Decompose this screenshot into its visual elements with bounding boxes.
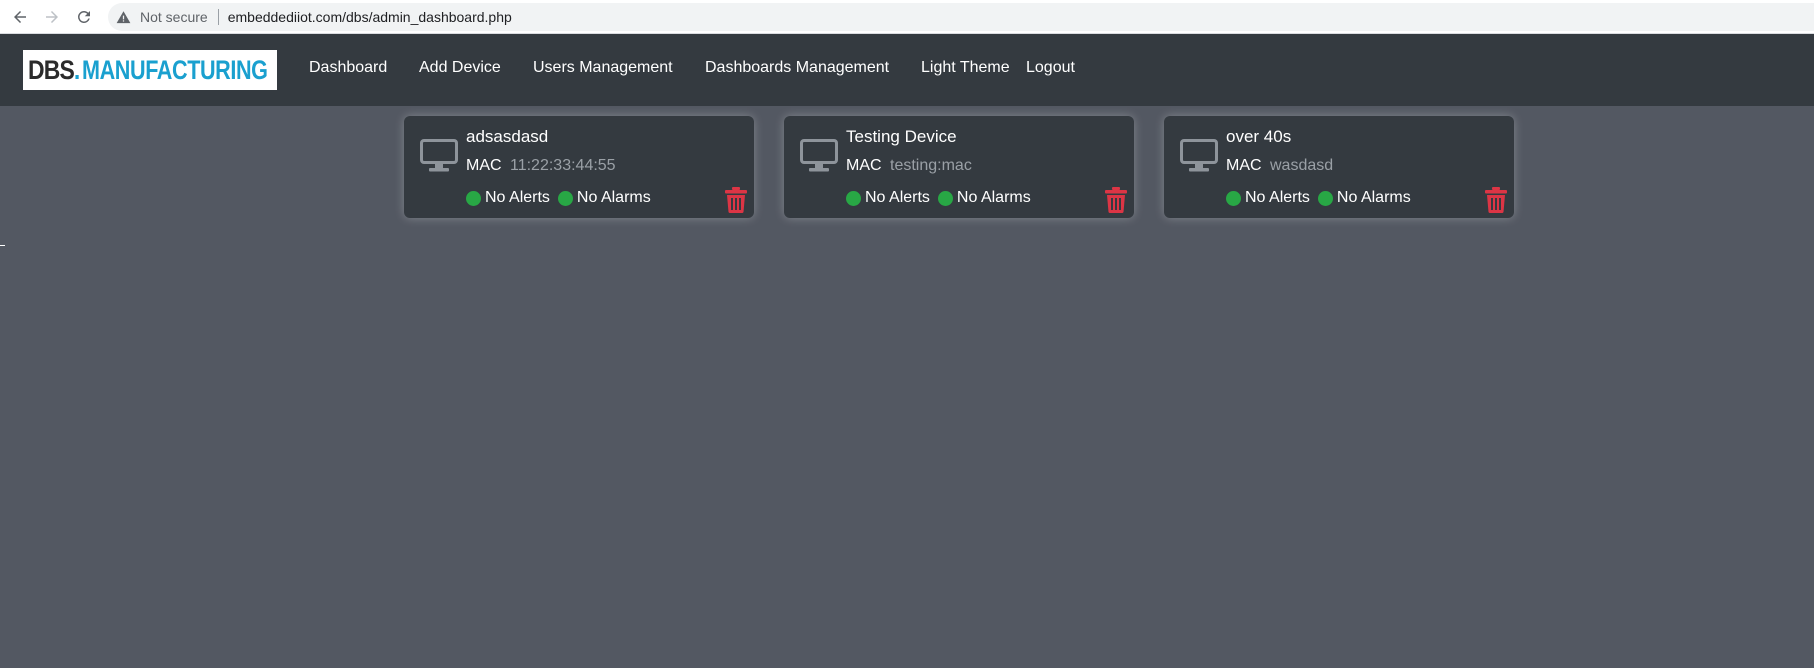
monitor-icon bbox=[800, 139, 838, 172]
trash-icon[interactable] bbox=[725, 187, 747, 213]
alerts-status: No Alerts bbox=[1226, 189, 1310, 207]
status-dot-icon bbox=[466, 190, 481, 206]
alarms-status: No Alarms bbox=[557, 189, 651, 207]
warning-icon bbox=[116, 10, 131, 25]
device-card[interactable]: over 40s MAC wasdasd No Alerts No Alarms bbox=[1164, 116, 1514, 218]
nav-logout[interactable]: Logout bbox=[1026, 59, 1075, 77]
trash-icon[interactable] bbox=[1485, 187, 1507, 213]
nav-users-management[interactable]: Users Management bbox=[533, 59, 673, 77]
mac-label: MAC bbox=[1226, 157, 1262, 174]
status-dot-icon bbox=[1317, 190, 1333, 206]
security-status[interactable]: Not secure bbox=[140, 9, 208, 25]
trash-icon[interactable] bbox=[1105, 187, 1127, 213]
reload-button[interactable] bbox=[71, 4, 97, 30]
status-row: No Alerts No Alarms bbox=[466, 189, 659, 207]
status-dot-icon bbox=[557, 190, 573, 206]
url-text[interactable]: embeddediiot.com/dbs/admin_dashboard.php bbox=[228, 9, 512, 25]
status-row: No Alerts No Alarms bbox=[846, 189, 1039, 207]
nav-light-theme[interactable]: Light Theme bbox=[921, 59, 1010, 77]
brand-logo[interactable]: DBS. MANUFACTURING bbox=[23, 50, 277, 90]
nav-add-device[interactable]: Add Device bbox=[419, 59, 501, 77]
reload-icon bbox=[77, 10, 90, 23]
mac-value: 11:22:33:44:55 bbox=[510, 157, 616, 174]
status-dot-icon bbox=[937, 190, 953, 206]
mac-label: MAC bbox=[466, 157, 502, 174]
mac-value: testing:mac bbox=[890, 157, 972, 174]
alarms-status: No Alarms bbox=[1317, 189, 1411, 207]
device-name: adsasdasd bbox=[466, 127, 549, 146]
nav-dashboards-management[interactable]: Dashboards Management bbox=[705, 59, 889, 77]
status-row: No Alerts No Alarms bbox=[1226, 189, 1419, 207]
url-divider bbox=[217, 9, 219, 25]
arrow-right-icon bbox=[46, 11, 58, 23]
status-dot-icon bbox=[846, 190, 861, 206]
nav-dashboard[interactable]: Dashboard bbox=[309, 59, 387, 77]
logo-text-dbs: DBS. bbox=[28, 54, 80, 85]
monitor-icon bbox=[1180, 139, 1218, 172]
address-bar[interactable]: Not secure embeddediiot.com/dbs/admin_da… bbox=[108, 3, 1814, 31]
alerts-status: No Alerts bbox=[846, 189, 930, 207]
status-dot-icon bbox=[1226, 190, 1241, 206]
alarms-status: No Alarms bbox=[937, 189, 1031, 207]
mac-value: wasdasd bbox=[1270, 157, 1334, 174]
browser-toolbar: Not secure embeddediiot.com/dbs/admin_da… bbox=[0, 0, 1814, 34]
device-card[interactable]: Testing Device MAC testing:mac No Alerts… bbox=[784, 116, 1134, 218]
top-navbar: DBS. MANUFACTURING Dashboard Add Device … bbox=[0, 34, 1814, 106]
arrow-left-icon bbox=[14, 11, 26, 23]
device-name: Testing Device bbox=[846, 127, 957, 146]
mac-label: MAC bbox=[846, 157, 882, 174]
alerts-status: No Alerts bbox=[466, 189, 550, 207]
device-card[interactable]: adsasdasd MAC 11:22:33:44:55 No Alerts N… bbox=[404, 116, 754, 218]
logo-text-manufacturing: MANUFACTURING bbox=[81, 54, 268, 85]
text-cursor-mark bbox=[0, 245, 5, 246]
device-name: over 40s bbox=[1226, 127, 1292, 146]
monitor-icon bbox=[420, 139, 458, 172]
forward-button[interactable] bbox=[39, 4, 65, 30]
back-button[interactable] bbox=[7, 4, 33, 30]
